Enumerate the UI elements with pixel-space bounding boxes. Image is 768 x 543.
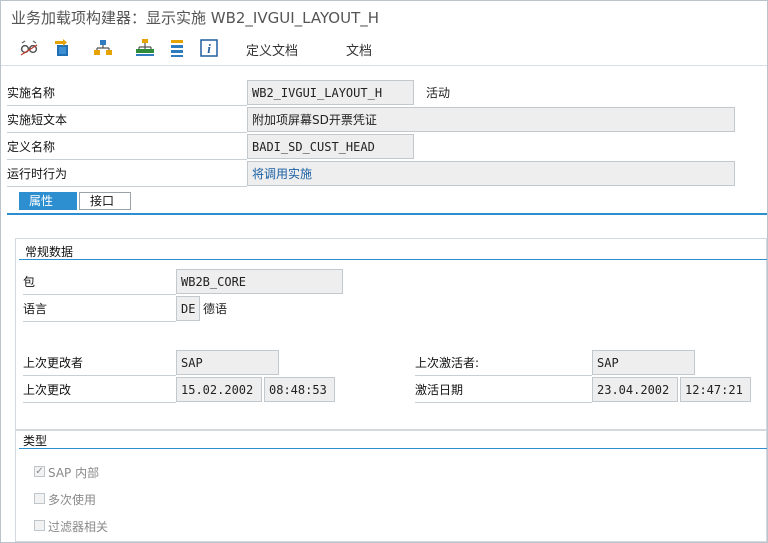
general-data-title-line <box>19 259 767 260</box>
activation-date-label: 激活日期 <box>415 378 592 403</box>
type-group <box>15 430 767 542</box>
window: 业务加载项构建器：显示实施 WB2_IVGUI_LAYOUT_H i 定义文档 … <box>0 0 768 543</box>
tab-attributes[interactable]: 属性 <box>19 192 77 210</box>
definition-docs-menu[interactable]: 定义文档 <box>246 40 298 59</box>
tree-icon[interactable] <box>134 37 156 59</box>
list-icon[interactable] <box>166 37 188 59</box>
last-changed-by-label: 上次更改者 <box>23 351 176 376</box>
sap-internal-label: SAP 内部 <box>48 466 100 480</box>
last-activated-by-field[interactable]: SAP <box>592 350 695 375</box>
last-changed-label: 上次更改 <box>23 378 176 403</box>
filter-dependent-label: 过滤器相关 <box>48 520 109 534</box>
last-changed-time-field[interactable]: 08:48:53 <box>264 377 335 402</box>
svg-text:i: i <box>207 41 211 56</box>
tab-underline <box>7 213 767 215</box>
package-field[interactable]: WB2B_CORE <box>176 269 343 294</box>
package-label: 包 <box>23 270 176 295</box>
impl-short-text-label: 实施短文本 <box>7 108 247 133</box>
type-title: 类型 <box>23 434 48 448</box>
glasses-icon[interactable] <box>18 37 40 59</box>
info-icon[interactable]: i <box>198 37 220 59</box>
toolbar: i 定义文档 文档 <box>1 35 767 63</box>
multiple-use-checkbox[interactable] <box>34 493 45 504</box>
definition-name-field[interactable]: BADI_SD_CUST_HEAD <box>247 134 414 159</box>
sap-internal-checkbox[interactable]: ✓ <box>34 466 45 477</box>
filter-dependent-checkbox[interactable] <box>34 520 45 531</box>
switch-icon[interactable] <box>51 37 73 59</box>
window-title: 业务加载项构建器：显示实施 WB2_IVGUI_LAYOUT_H <box>11 9 380 27</box>
impl-status: 活动 <box>426 86 451 100</box>
header-separator <box>1 65 767 66</box>
docs-menu[interactable]: 文档 <box>346 40 372 59</box>
last-changed-date-field[interactable]: 15.02.2002 <box>176 377 262 402</box>
runtime-behavior-field[interactable]: 将调用实施 <box>247 161 735 186</box>
last-changed-by-field[interactable]: SAP <box>176 350 279 375</box>
hierarchy-icon[interactable] <box>92 37 114 59</box>
language-label: 语言 <box>23 297 176 322</box>
definition-name-label: 定义名称 <box>7 135 247 160</box>
impl-name-label: 实施名称 <box>7 81 247 106</box>
activation-time-field[interactable]: 12:47:21 <box>680 377 751 402</box>
runtime-behavior-label: 运行时行为 <box>7 162 247 187</box>
impl-short-text-field[interactable]: 附加项屏幕SD开票凭证 <box>247 107 735 132</box>
impl-name-field[interactable]: WB2_IVGUI_LAYOUT_H <box>247 80 414 105</box>
last-activated-by-label: 上次激活者: <box>415 351 592 376</box>
activation-date-field[interactable]: 23.04.2002 <box>592 377 678 402</box>
general-data-title: 常规数据 <box>25 245 74 259</box>
tab-interface[interactable]: 接口 <box>79 192 131 210</box>
multiple-use-label: 多次使用 <box>48 493 97 507</box>
language-code-field[interactable]: DE <box>176 296 200 321</box>
type-title-line <box>19 448 767 449</box>
language-name: 德语 <box>203 302 228 316</box>
